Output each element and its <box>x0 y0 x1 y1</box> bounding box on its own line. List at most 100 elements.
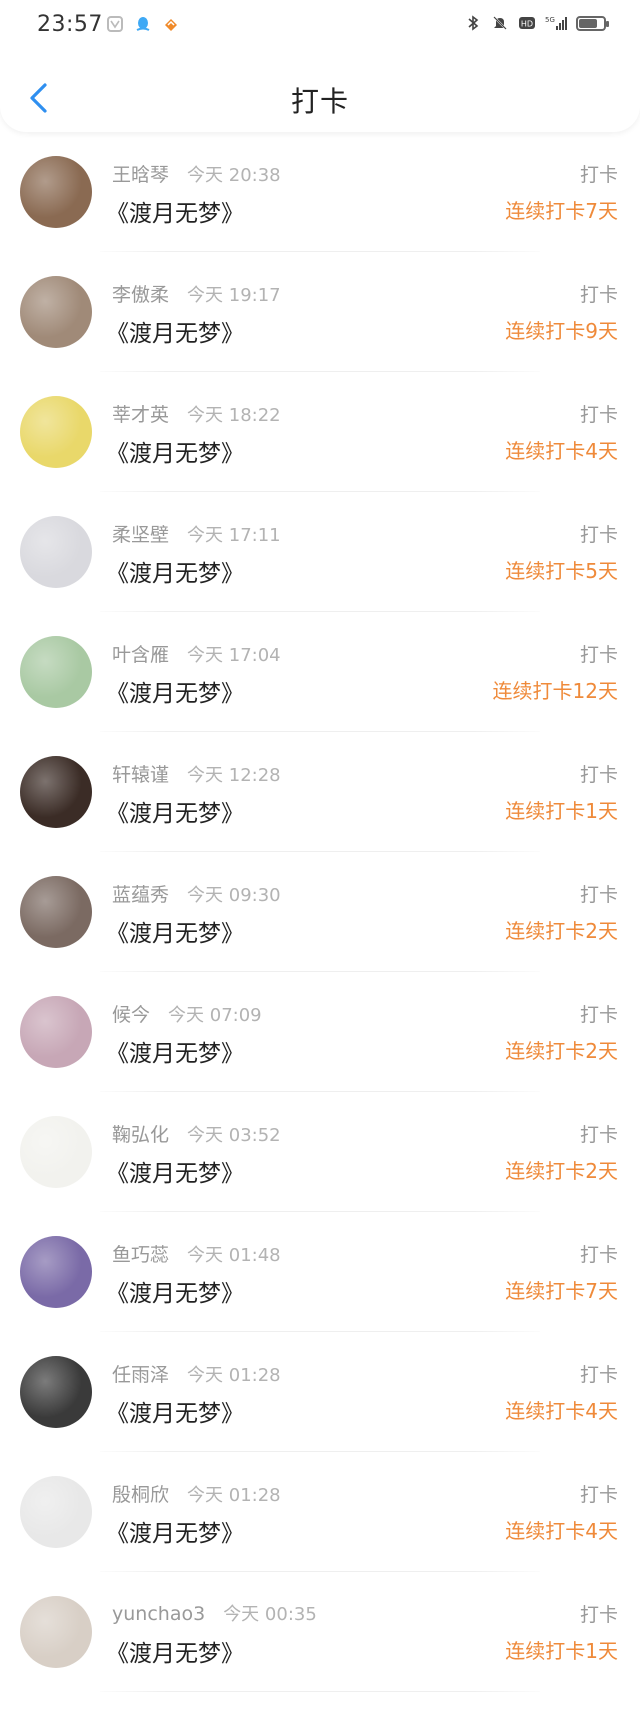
streak-count: 连续打卡2天 <box>505 1159 618 1183</box>
checkin-tag: 打卡 <box>579 764 618 786</box>
book-title: 《渡月无梦》 <box>106 201 244 227</box>
list-item[interactable]: 李傲柔 今天 19:17 《渡月无梦》 打卡 连续打卡9天 <box>0 252 640 372</box>
checkin-time: 今天 01:48 <box>187 1245 281 1266</box>
status-time: 23:57 <box>37 12 103 37</box>
checkin-tag: 打卡 <box>579 164 618 186</box>
user-meta: 王晗琴 今天 20:38 <box>112 160 281 187</box>
streak-count: 连续打卡12天 <box>492 679 618 703</box>
divider <box>100 1691 540 1692</box>
checkin-time: 今天 20:38 <box>187 165 281 186</box>
user-name: 轩辕谨 <box>112 764 170 786</box>
app-header: 23:57 HD 5G 打卡 <box>0 0 640 132</box>
book-title: 《渡月无梦》 <box>106 1161 244 1187</box>
book-title: 《渡月无梦》 <box>106 1041 244 1067</box>
system-icons: HD 5G <box>464 14 609 32</box>
book-title: 《渡月无梦》 <box>106 1641 244 1667</box>
list-item[interactable]: 叶含雁 今天 17:04 《渡月无梦》 打卡 连续打卡12天 <box>0 612 640 732</box>
avatar[interactable] <box>20 1476 92 1548</box>
user-meta: 任雨泽 今天 01:28 <box>112 1360 281 1387</box>
checkin-time: 今天 07:09 <box>168 1005 262 1026</box>
user-name: 任雨泽 <box>112 1364 170 1386</box>
user-meta: 轩辕谨 今天 12:28 <box>112 760 281 787</box>
list-item[interactable]: yunchao3 今天 00:35 《渡月无梦》 打卡 连续打卡1天 <box>0 1572 640 1692</box>
avatar[interactable] <box>20 636 92 708</box>
checkin-tag: 打卡 <box>579 404 618 426</box>
checkin-tag: 打卡 <box>579 1124 618 1146</box>
user-meta: 蓝蕴秀 今天 09:30 <box>112 880 281 907</box>
checkin-time: 今天 17:11 <box>187 525 281 546</box>
user-name: yunchao3 <box>112 1603 206 1625</box>
user-meta: yunchao3 今天 00:35 <box>112 1600 317 1626</box>
avatar[interactable] <box>20 156 92 228</box>
list-item[interactable]: 莘才英 今天 18:22 《渡月无梦》 打卡 连续打卡4天 <box>0 372 640 492</box>
avatar[interactable] <box>20 1116 92 1188</box>
book-title: 《渡月无梦》 <box>106 801 244 827</box>
list-item[interactable]: 王晗琴 今天 20:38 《渡月无梦》 打卡 连续打卡7天 <box>0 132 640 252</box>
battery-icon <box>576 15 609 31</box>
checkin-tag: 打卡 <box>579 1244 618 1266</box>
book-title: 《渡月无梦》 <box>106 321 244 347</box>
svg-text:5G: 5G <box>545 16 555 24</box>
list-item[interactable]: 候今 今天 07:09 《渡月无梦》 打卡 连续打卡2天 <box>0 972 640 1092</box>
qq-icon <box>136 17 150 31</box>
user-name: 殷桐欣 <box>112 1484 170 1506</box>
streak-count: 连续打卡2天 <box>505 1039 618 1063</box>
avatar[interactable] <box>20 276 92 348</box>
checkin-time: 今天 17:04 <box>187 645 281 666</box>
list-item[interactable]: 任雨泽 今天 01:28 《渡月无梦》 打卡 连续打卡4天 <box>0 1332 640 1452</box>
user-name: 王晗琴 <box>112 164 170 186</box>
user-meta: 柔坚壁 今天 17:11 <box>112 520 281 547</box>
avatar[interactable] <box>20 756 92 828</box>
checkin-tag: 打卡 <box>579 524 618 546</box>
checkin-time: 今天 01:28 <box>187 1485 281 1506</box>
book-title: 《渡月无梦》 <box>106 921 244 947</box>
user-name: 柔坚壁 <box>112 524 170 546</box>
checkin-time: 今天 01:28 <box>187 1365 281 1386</box>
checkin-tag: 打卡 <box>579 1364 618 1386</box>
mute-icon <box>493 16 507 30</box>
user-meta: 候今 今天 07:09 <box>112 1000 262 1027</box>
book-title: 《渡月无梦》 <box>106 1401 244 1427</box>
taobao-icon <box>165 19 177 31</box>
checkin-time: 今天 00:35 <box>223 1604 317 1625</box>
user-name: 鱼巧蕊 <box>112 1244 170 1266</box>
avatar[interactable] <box>20 1356 92 1428</box>
list-item[interactable]: 鱼巧蕊 今天 01:48 《渡月无梦》 打卡 连续打卡7天 <box>0 1212 640 1332</box>
avatar[interactable] <box>20 876 92 948</box>
user-name: 候今 <box>112 1004 151 1026</box>
page-title: 打卡 <box>290 85 349 118</box>
checkin-list: 王晗琴 今天 20:38 《渡月无梦》 打卡 连续打卡7天 李傲柔 今天 19:17… <box>0 132 640 1692</box>
user-name: 李傲柔 <box>112 284 170 306</box>
checkin-tag: 打卡 <box>579 884 618 906</box>
avatar[interactable] <box>20 1236 92 1308</box>
checkin-time: 今天 12:28 <box>187 765 281 786</box>
status-bar: 23:57 HD 5G <box>0 0 640 52</box>
avatar[interactable] <box>20 516 92 588</box>
avatar[interactable] <box>20 996 92 1068</box>
user-name: 莘才英 <box>112 404 170 426</box>
streak-count: 连续打卡2天 <box>505 919 618 943</box>
signal-5g-icon: 5G <box>545 16 567 30</box>
list-item[interactable]: 轩辕谨 今天 12:28 《渡月无梦》 打卡 连续打卡1天 <box>0 732 640 852</box>
user-name: 鞠弘化 <box>112 1124 170 1146</box>
streak-count: 连续打卡1天 <box>505 799 618 823</box>
checkin-time: 今天 18:22 <box>187 405 281 426</box>
checkin-tag: 打卡 <box>579 284 618 306</box>
streak-count: 连续打卡4天 <box>505 1519 618 1543</box>
list-item[interactable]: 殷桐欣 今天 01:28 《渡月无梦》 打卡 连续打卡4天 <box>0 1452 640 1572</box>
user-meta: 鱼巧蕊 今天 01:48 <box>112 1240 281 1267</box>
user-meta: 叶含雁 今天 17:04 <box>112 640 281 667</box>
notification-icons <box>106 15 180 33</box>
streak-count: 连续打卡4天 <box>505 439 618 463</box>
list-item[interactable]: 蓝蕴秀 今天 09:30 《渡月无梦》 打卡 连续打卡2天 <box>0 852 640 972</box>
book-title: 《渡月无梦》 <box>106 1521 244 1547</box>
checkin-time: 今天 03:52 <box>187 1125 281 1146</box>
avatar[interactable] <box>20 1596 92 1668</box>
list-item[interactable]: 柔坚壁 今天 17:11 《渡月无梦》 打卡 连续打卡5天 <box>0 492 640 612</box>
book-title: 《渡月无梦》 <box>106 1281 244 1307</box>
bluetooth-icon <box>468 15 479 31</box>
user-name: 蓝蕴秀 <box>112 884 170 906</box>
avatar[interactable] <box>20 396 92 468</box>
list-item[interactable]: 鞠弘化 今天 03:52 《渡月无梦》 打卡 连续打卡2天 <box>0 1092 640 1212</box>
checkin-tag: 打卡 <box>579 1604 618 1626</box>
